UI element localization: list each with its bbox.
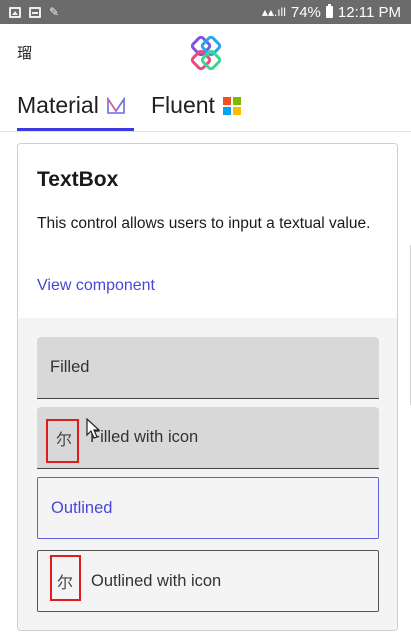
- fluent-windows-icon: [222, 97, 241, 115]
- feather-icon: ✎: [49, 5, 60, 19]
- card-header: TextBox This control allows users to inp…: [18, 144, 397, 318]
- material-icon: [107, 97, 125, 114]
- outlined-icon-textbox[interactable]: 尔 Outlined with icon: [37, 550, 379, 612]
- status-bar: ✎ ▴▴.ıll 74% 12:11 PM: [0, 0, 411, 24]
- notification-icons: ✎: [9, 6, 59, 18]
- filled-textbox[interactable]: Filled: [37, 337, 379, 399]
- icon-highlight-box: [50, 555, 81, 601]
- battery-percent: 74%: [290, 3, 321, 21]
- view-component-link[interactable]: View component: [37, 277, 155, 295]
- menu-button[interactable]: 瑠: [17, 42, 32, 63]
- tab-fluent[interactable]: Fluent: [151, 92, 241, 130]
- system-indicators: ▴▴.ıll 74% 12:11 PM: [262, 4, 401, 21]
- mouse-cursor-icon: [86, 418, 100, 439]
- tab-label: Material: [17, 92, 99, 118]
- uno-platform-logo-icon: [190, 36, 222, 71]
- placeholder: Filled: [50, 358, 90, 376]
- placeholder: Outlined: [51, 498, 113, 517]
- clock: 12:11 PM: [337, 3, 401, 21]
- card-title: TextBox: [37, 168, 119, 191]
- card-description: This control allows users to input a tex…: [37, 215, 371, 232]
- outlined-textbox[interactable]: Outlined: [37, 477, 379, 539]
- tab-selected-indicator: [17, 128, 134, 131]
- battery-icon: [325, 4, 333, 18]
- tab-label: Fluent: [151, 92, 215, 118]
- design-system-tabs: Material Fluent: [0, 82, 411, 132]
- gallery-icon: [9, 6, 21, 18]
- tab-material[interactable]: Material: [17, 92, 134, 131]
- wifi-signal-icon: ▴▴.ıll: [261, 5, 286, 19]
- icon-highlight-box: [46, 419, 79, 463]
- app-header: 瑠: [0, 24, 411, 82]
- message-icon: [29, 6, 41, 18]
